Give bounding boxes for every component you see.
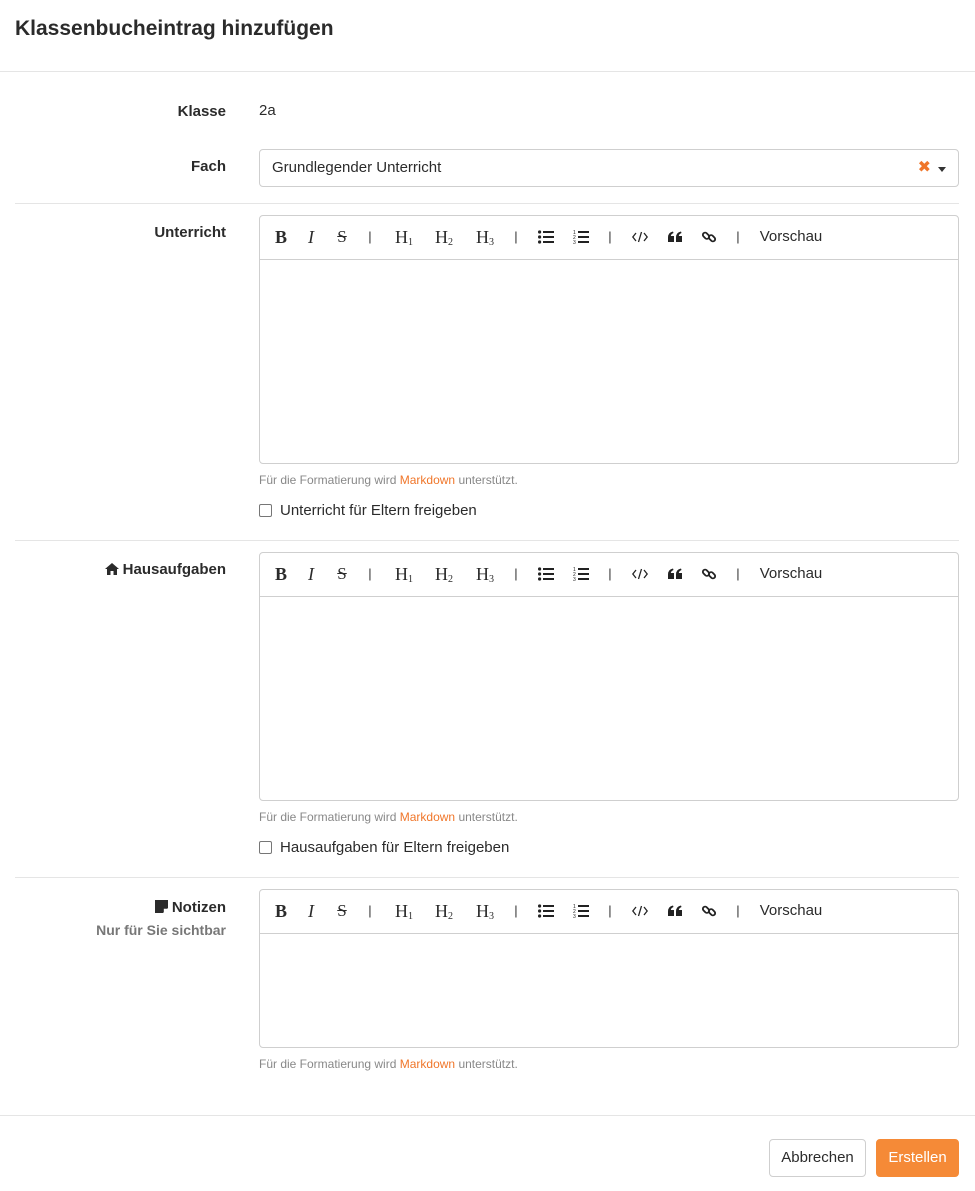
preview-button[interactable]: Vorschau — [758, 890, 824, 932]
italic-button[interactable]: I — [303, 216, 319, 258]
code-icon[interactable] — [630, 553, 650, 595]
link-icon[interactable] — [700, 216, 718, 258]
unterricht-editor: B I S | H1 H2 H3 | 123 | | Vorschau — [259, 215, 959, 464]
markdown-link[interactable]: Markdown — [400, 1057, 455, 1071]
toolbar-separator: | — [608, 229, 612, 244]
preview-button[interactable]: Vorschau — [758, 216, 824, 258]
toolbar-separator: | — [736, 903, 740, 918]
toolbar-separator: | — [514, 229, 518, 244]
toolbar-separator: | — [736, 566, 740, 581]
editor-toolbar: B I S | H1 H2 H3 | 123 | | Vorschau — [260, 216, 958, 260]
editor-toolbar: B I S | H1 H2 H3 | 123 | | Vorschau — [260, 890, 958, 934]
fach-label: Fach — [190, 158, 226, 175]
numbered-list-icon[interactable]: 123 — [572, 216, 590, 258]
markdown-help-text: Für die Formatierung wird Markdown unter… — [259, 1057, 518, 1071]
preview-button[interactable]: Vorschau — [758, 553, 824, 595]
bulleted-list-icon[interactable] — [537, 890, 555, 932]
checkbox[interactable] — [259, 841, 272, 854]
klasse-value: 2a — [259, 102, 276, 119]
bulleted-list-icon[interactable] — [537, 553, 555, 595]
modal-header: Klassenbucheintrag hinzufügen — [0, 0, 975, 72]
numbered-list-icon[interactable]: 123 — [572, 553, 590, 595]
heading-3-button[interactable]: H3 — [473, 553, 497, 595]
chevron-down-icon[interactable] — [938, 167, 946, 172]
heading-1-button[interactable]: H1 — [392, 890, 416, 932]
sticky-note-icon — [154, 900, 168, 917]
heading-3-button[interactable]: H3 — [473, 216, 497, 258]
svg-text:3: 3 — [573, 577, 576, 581]
modal-title: Klassenbucheintrag hinzufügen — [15, 17, 334, 40]
fach-select-value: Grundlegender Unterricht — [272, 159, 442, 176]
hausaufgaben-share-checkbox[interactable]: Hausaufgaben für Eltern freigeben — [259, 839, 509, 856]
divider — [15, 203, 959, 204]
toolbar-separator: | — [514, 903, 518, 918]
notizen-editor: B I S | H1 H2 H3 | 123 | | Vorschau — [259, 889, 959, 1048]
italic-button[interactable]: I — [303, 553, 319, 595]
heading-2-button[interactable]: H2 — [432, 216, 456, 258]
toolbar-separator: | — [608, 566, 612, 581]
home-icon — [104, 562, 119, 579]
checkbox-label: Hausaufgaben für Eltern freigeben — [280, 839, 510, 856]
bold-button[interactable]: B — [272, 216, 290, 258]
strikethrough-button[interactable]: S — [333, 890, 351, 932]
numbered-list-icon[interactable]: 123 — [572, 890, 590, 932]
code-icon[interactable] — [630, 890, 650, 932]
quote-icon[interactable] — [666, 216, 684, 258]
notizen-label: Notizen — [154, 899, 226, 917]
heading-1-button[interactable]: H1 — [392, 216, 416, 258]
link-icon[interactable] — [700, 890, 718, 932]
strikethrough-button[interactable]: S — [333, 216, 351, 258]
toolbar-separator: | — [608, 903, 612, 918]
bold-button[interactable]: B — [272, 553, 290, 595]
notizen-visibility-hint: Nur für Sie sichtbar — [96, 922, 226, 938]
editor-toolbar: B I S | H1 H2 H3 | 123 | | Vorschau — [260, 553, 958, 597]
toolbar-separator: | — [368, 903, 372, 918]
clear-selection-icon[interactable]: ✖ — [918, 157, 931, 177]
heading-2-button[interactable]: H2 — [432, 553, 456, 595]
checkbox-label: Unterricht für Eltern freigeben — [280, 502, 477, 519]
italic-button[interactable]: I — [303, 890, 319, 932]
divider — [15, 540, 959, 541]
bulleted-list-icon[interactable] — [537, 216, 555, 258]
unterricht-textarea[interactable] — [260, 260, 958, 463]
markdown-help-text: Für die Formatierung wird Markdown unter… — [259, 473, 518, 487]
markdown-link[interactable]: Markdown — [400, 473, 455, 487]
hausaufgaben-textarea[interactable] — [260, 597, 958, 800]
quote-icon[interactable] — [666, 553, 684, 595]
markdown-link[interactable]: Markdown — [400, 810, 455, 824]
heading-1-button[interactable]: H1 — [392, 553, 416, 595]
create-button[interactable]: Erstellen — [876, 1139, 959, 1177]
svg-text:3: 3 — [573, 240, 576, 244]
markdown-help-text: Für die Formatierung wird Markdown unter… — [259, 810, 518, 824]
klasse-label: Klasse — [177, 103, 226, 120]
unterricht-share-checkbox[interactable]: Unterricht für Eltern freigeben — [259, 502, 477, 519]
svg-text:3: 3 — [573, 914, 576, 918]
toolbar-separator: | — [736, 229, 740, 244]
toolbar-separator: | — [368, 229, 372, 244]
unterricht-label: Unterricht — [154, 224, 226, 241]
hausaufgaben-editor: B I S | H1 H2 H3 | 123 | | Vorschau — [259, 552, 959, 801]
code-icon[interactable] — [630, 216, 650, 258]
quote-icon[interactable] — [666, 890, 684, 932]
strikethrough-button[interactable]: S — [333, 553, 351, 595]
hausaufgaben-label: Hausaufgaben — [104, 561, 226, 579]
toolbar-separator: | — [368, 566, 372, 581]
divider — [15, 877, 959, 878]
fach-select[interactable]: Grundlegender Unterricht ✖ — [259, 149, 959, 187]
toolbar-separator: | — [514, 566, 518, 581]
heading-2-button[interactable]: H2 — [432, 890, 456, 932]
notizen-textarea[interactable] — [260, 934, 958, 1047]
heading-3-button[interactable]: H3 — [473, 890, 497, 932]
modal-footer: Abbrechen Erstellen — [0, 1115, 975, 1191]
bold-button[interactable]: B — [272, 890, 290, 932]
link-icon[interactable] — [700, 553, 718, 595]
cancel-button[interactable]: Abbrechen — [769, 1139, 866, 1177]
checkbox[interactable] — [259, 504, 272, 517]
